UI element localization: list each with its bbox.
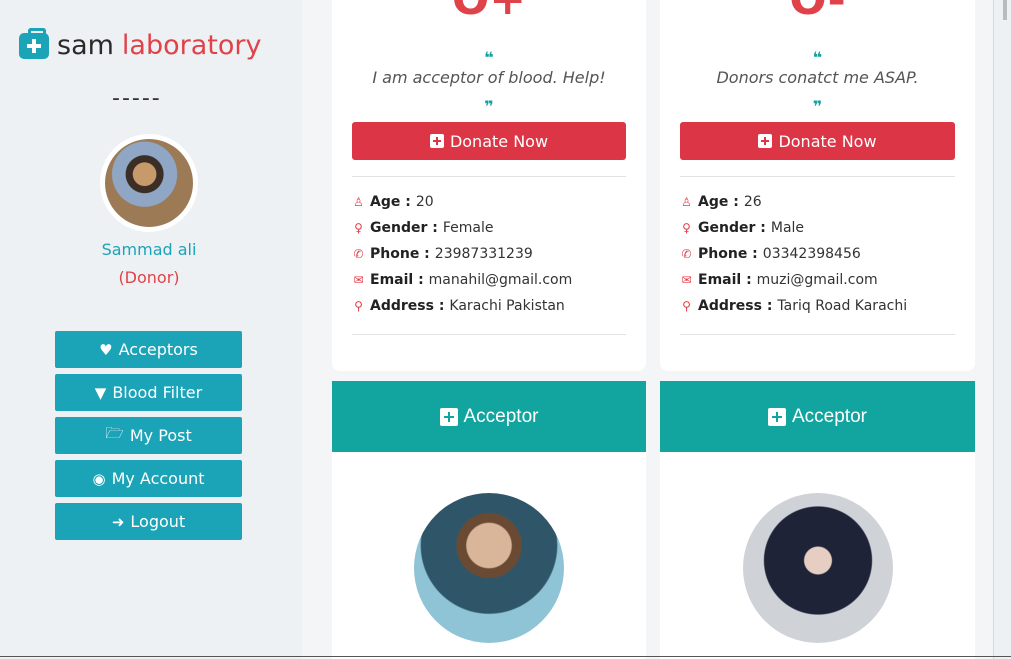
my-post-button[interactable]: 🗁 My Post	[55, 417, 242, 454]
logout-button[interactable]: ➜ Logout	[55, 503, 242, 540]
user-avatar-image	[105, 139, 193, 227]
plus-square-icon	[768, 407, 786, 426]
acceptors-label: Acceptors	[118, 340, 198, 359]
phone-row: ✆ Phone : 03342398456	[680, 246, 861, 262]
brand-logo[interactable]: sam laboratory	[19, 27, 262, 61]
divider	[680, 334, 955, 335]
gender-value: Male	[770, 220, 805, 236]
acceptor-title: Acceptor	[463, 405, 539, 427]
folder-open-icon: 🗁	[105, 424, 124, 442]
gender-label: Gender :	[698, 220, 766, 236]
age-value: 26	[743, 194, 762, 210]
phone-value: 03342398456	[762, 246, 861, 262]
address-row: ⚲ Address : Karachi Pakistan	[352, 298, 565, 314]
acceptor-photo	[742, 493, 893, 643]
divider	[352, 176, 626, 177]
email-label: Email :	[370, 272, 424, 288]
phone-label: Phone :	[370, 246, 430, 262]
sign-out-icon: ➜	[111, 512, 125, 531]
acceptor-title: Acceptor	[792, 405, 867, 427]
email-row: ✉ Email : muzi@gmail.com	[680, 272, 878, 288]
address-row: ⚲ Address : Tariq Road Karachi	[680, 298, 907, 314]
address-value: Karachi Pakistan	[449, 298, 565, 314]
my-post-label: My Post	[129, 426, 192, 445]
my-account-label: My Account	[111, 469, 205, 488]
venus-icon: ♀	[682, 221, 691, 235]
venus-icon: ♀	[354, 221, 363, 235]
address-value: Tariq Road Karachi	[777, 298, 908, 314]
gender-row: ♀ Gender : Female	[352, 220, 493, 236]
heartbeat-icon: ♥	[99, 340, 113, 359]
quote-close-icon: ❞	[812, 97, 823, 116]
medkit-icon	[19, 27, 49, 59]
age-label: Age :	[698, 194, 739, 210]
gender-value: Female	[442, 220, 494, 236]
brand-name-part1: sam	[57, 30, 114, 61]
divider	[680, 176, 955, 177]
page-scrollbar[interactable]	[993, 0, 1011, 659]
acceptor-card-header: Acceptor	[332, 381, 646, 452]
quote-close-icon: ❞	[484, 97, 494, 116]
quote-open-icon: ❝	[484, 48, 494, 67]
envelope-icon: ✉	[353, 273, 364, 287]
blood-filter-button[interactable]: ▼ Blood Filter	[55, 374, 242, 411]
blood-group: O+	[332, 0, 646, 25]
window-bottom-edge	[0, 656, 1011, 657]
post-card: O- ❝ Donors conatct me ASAP. ❞ Donate No…	[660, 0, 975, 371]
phone-value: 23987331239	[434, 246, 533, 262]
gender-row: ♀ Gender : Male	[680, 220, 804, 236]
address-label: Address :	[370, 298, 445, 314]
donate-now-label: Donate Now	[778, 131, 877, 151]
sidebar: sam laboratory ----- Sammad ali (Donor) …	[0, 0, 302, 659]
post-card: O+ ❝ I am acceptor of blood. Help! ❞ Don…	[332, 0, 646, 371]
my-account-button[interactable]: ◉ My Account	[55, 460, 242, 497]
brand-divider: -----	[112, 86, 162, 111]
phone-icon: ✆	[681, 247, 692, 261]
donate-now-label: Donate Now	[449, 131, 549, 151]
person-icon: ♙	[353, 195, 364, 209]
phone-row: ✆ Phone : 23987331239	[352, 246, 533, 262]
divider	[352, 334, 626, 335]
brand-name-part2: laboratory	[121, 30, 262, 61]
age-label: Age :	[370, 194, 411, 210]
post-message: Donors conatct me ASAP.	[716, 68, 919, 87]
quote-open-icon: ❝	[812, 48, 823, 67]
user-circle-icon: ◉	[92, 469, 106, 488]
acceptors-button[interactable]: ♥ Acceptors	[55, 331, 242, 368]
address-label: Address :	[698, 298, 773, 314]
phone-icon: ✆	[353, 247, 364, 261]
email-label: Email :	[698, 272, 752, 288]
person-icon: ♙	[681, 195, 692, 209]
email-value: manahil@gmail.com	[428, 272, 573, 288]
acceptor-card: Acceptor	[660, 381, 975, 659]
age-row: ♙ Age : 26	[680, 194, 762, 210]
blood-filter-label: Blood Filter	[112, 383, 203, 402]
email-value: muzi@gmail.com	[756, 272, 878, 288]
avatar	[100, 134, 198, 232]
map-marker-icon: ⚲	[354, 299, 363, 313]
blood-group: O-	[660, 0, 975, 25]
scrollbar-thumb[interactable]	[1003, 0, 1007, 20]
donate-now-button[interactable]: Donate Now	[680, 122, 955, 160]
donate-now-button[interactable]: Donate Now	[352, 122, 626, 160]
gender-label: Gender :	[370, 220, 438, 236]
age-row: ♙ Age : 20	[352, 194, 434, 210]
plus-square-icon	[439, 407, 458, 426]
plus-square-icon	[429, 134, 444, 148]
envelope-icon: ✉	[681, 273, 692, 287]
acceptor-card-header: Acceptor	[660, 381, 975, 452]
post-message: I am acceptor of blood. Help!	[372, 68, 606, 87]
user-role: (Donor)	[118, 268, 180, 287]
filter-icon: ▼	[94, 383, 107, 402]
email-row: ✉ Email : manahil@gmail.com	[352, 272, 572, 288]
user-name: Sammad ali	[101, 240, 197, 259]
phone-label: Phone :	[698, 246, 758, 262]
plus-square-icon	[758, 134, 773, 148]
acceptor-card: Acceptor	[332, 381, 646, 659]
acceptor-photo	[414, 493, 564, 643]
map-marker-icon: ⚲	[682, 299, 691, 313]
logout-label: Logout	[130, 512, 186, 531]
age-value: 20	[415, 194, 434, 210]
